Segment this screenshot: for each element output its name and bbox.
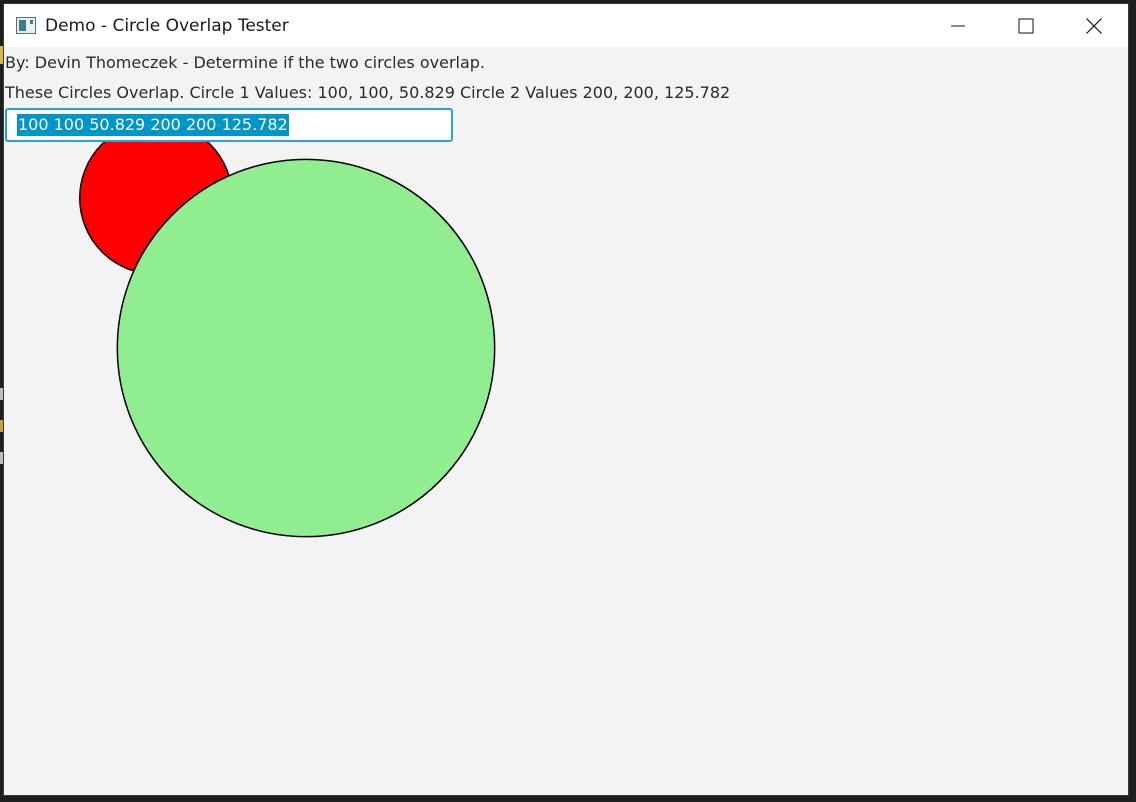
- minimize-button[interactable]: [924, 4, 992, 47]
- circle-2: [116, 158, 496, 538]
- close-icon: [1086, 17, 1102, 34]
- app-window-icon[interactable]: [16, 17, 36, 34]
- maximize-icon: [1018, 18, 1034, 33]
- window-title: Demo - Circle Overlap Tester: [45, 15, 289, 36]
- minimize-icon: [951, 25, 965, 26]
- app-window: Demo - Circle Overlap Tester By: Devin T…: [3, 3, 1129, 796]
- circle-values-input[interactable]: 100 100 50.829 200 200 125.782: [5, 108, 453, 142]
- window-controls: [924, 4, 1128, 47]
- selected-input-text: 100 100 50.829 200 200 125.782: [17, 114, 289, 136]
- maximize-button[interactable]: [992, 4, 1060, 47]
- title-bar[interactable]: Demo - Circle Overlap Tester: [4, 4, 1128, 47]
- close-button[interactable]: [1060, 4, 1128, 47]
- circle-canvas: [79, 121, 496, 538]
- window-content: By: Devin Thomeczek - Determine if the t…: [4, 47, 1128, 795]
